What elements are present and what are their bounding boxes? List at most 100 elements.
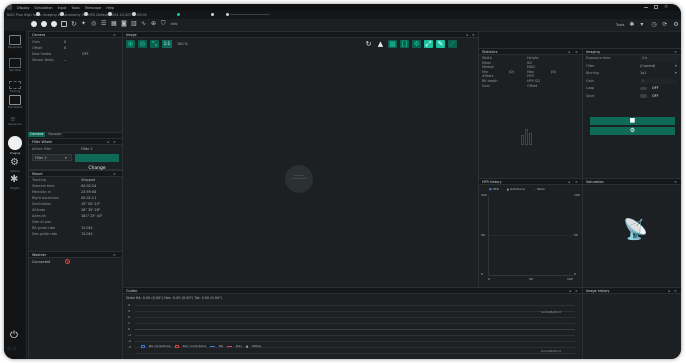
loop-toggle[interactable] — [640, 86, 647, 90]
guider-close-icon[interactable]: × — [575, 289, 578, 293]
dropdown-icon[interactable]: ▾ — [640, 22, 646, 28]
camera-settings-button[interactable]: ⚙ — [590, 127, 675, 135]
tab-focuser[interactable]: Focuser — [46, 132, 64, 137]
camera-close-icon[interactable]: × — [113, 33, 116, 37]
saturation-close-icon[interactable]: × — [674, 180, 677, 184]
imaging-icon[interactable] — [8, 136, 22, 150]
chart-icon[interactable]: ▥ — [131, 21, 137, 27]
aperture-icon[interactable] — [51, 21, 57, 27]
exposure-input[interactable]: 1 s — [640, 56, 678, 61]
image-history-pin-icon[interactable]: ◂ — [668, 289, 670, 293]
mount-status-icon[interactable] — [132, 12, 136, 16]
rotate-icon[interactable]: ↻ — [364, 40, 373, 48]
weather-status-icon[interactable] — [226, 12, 229, 16]
guider-pin-icon[interactable]: ◂ — [569, 289, 571, 293]
change-filter-button[interactable]: Change — [75, 154, 119, 171]
tab-camera[interactable]: Camera — [28, 132, 46, 137]
focuser-status-icon[interactable] — [84, 12, 88, 16]
filter-dropdown[interactable]: (Current) — [640, 64, 655, 68]
menu-simulation[interactable]: Simulation — [35, 6, 53, 10]
options-icon[interactable]: ⚙ — [10, 158, 20, 168]
annotate-icon[interactable]: ⟋ — [448, 40, 457, 48]
filter-status-icon[interactable] — [60, 12, 64, 16]
pin-panel-icon[interactable]: ◂ — [107, 140, 109, 144]
shield-icon[interactable]: ⛉ — [161, 21, 167, 27]
menu-help[interactable]: Help — [106, 6, 114, 10]
imaging-close-icon[interactable]: × — [674, 50, 677, 54]
camera-row-value[interactable]: OFF — [82, 52, 89, 58]
equipment-icon[interactable] — [9, 35, 21, 45]
camera-icon[interactable]: ◙ — [121, 21, 127, 27]
settings-icon[interactable]: ⚙ — [673, 22, 679, 28]
hfr-close-icon[interactable]: × — [575, 180, 578, 184]
plugins-icon[interactable]: ✱ — [10, 175, 20, 185]
stat-value: (0) — [551, 69, 556, 74]
crosshair-icon[interactable] — [61, 21, 67, 27]
filter-select[interactable]: Filter 2 ▾ — [32, 154, 72, 161]
sky-atlas-icon[interactable] — [9, 58, 21, 68]
info-label[interactable]: Info — [171, 22, 177, 26]
statistics-pin-icon[interactable]: ◂ — [568, 50, 570, 54]
camera-row-value: -- — [64, 58, 67, 62]
fit-icon[interactable]: ⤡ — [150, 40, 159, 48]
statistics-close-icon[interactable]: × — [575, 50, 578, 54]
tools-label: Tools — [616, 23, 625, 27]
history-icon[interactable]: ◷ — [651, 22, 657, 28]
zoom-in-icon[interactable]: ⊕ — [126, 40, 135, 48]
grid-overlay-icon[interactable]: ▦ — [388, 40, 397, 48]
binning-dropdown[interactable]: 1x1 — [640, 71, 646, 75]
star-icon[interactable]: ✦ — [81, 21, 87, 27]
refresh-icon[interactable]: ↻ — [71, 21, 77, 28]
list-icon[interactable]: ☰ — [101, 21, 107, 27]
grid-icon[interactable]: ▦ — [111, 21, 117, 27]
zoom-1to1-button[interactable]: 1:1 — [162, 40, 172, 48]
zoom-out-icon[interactable]: ⊖ — [138, 40, 147, 48]
statistics-right-col: Height SD MAD Max (0) HFR HFR SD Offset — [527, 56, 556, 88]
weather-close-icon[interactable]: × — [113, 253, 116, 257]
menu-telescope[interactable]: Telescope — [85, 6, 102, 10]
hfr-y-left-50: 50 — [481, 233, 485, 237]
bracket-icon[interactable]: [] — [400, 40, 409, 48]
capture-icon[interactable] — [31, 21, 37, 27]
framing-icon[interactable] — [9, 81, 21, 89]
compass-icon[interactable]: ⊕ — [151, 21, 157, 27]
image-pin-icon[interactable]: ◂ — [466, 33, 468, 37]
image-close-icon[interactable]: × — [472, 33, 475, 37]
mount-close-icon[interactable]: × — [113, 172, 116, 176]
filter-wheel-close-icon[interactable]: × — [113, 140, 116, 144]
hfr-x-50: 50 — [529, 277, 533, 281]
triangle-icon[interactable]: ▲ — [376, 40, 385, 48]
sync-icon[interactable]: ⟳ — [662, 22, 668, 28]
about-icons[interactable]: ⓘ ⓘ — [7, 346, 23, 351]
camera-status-icon[interactable] — [36, 12, 40, 16]
close-window-icon[interactable]: × — [664, 5, 668, 10]
stretch-icon[interactable]: ⤢ — [424, 40, 433, 48]
target-icon[interactable]: ◎ — [91, 21, 97, 27]
mount-rows: Tracking Stopped Sidereal time 00:02:24 Me… — [32, 178, 102, 238]
image-history-close-icon[interactable]: × — [674, 289, 677, 293]
power-icon[interactable]: ⏻ — [10, 331, 20, 341]
pin-icon[interactable]: ✱ — [629, 22, 635, 28]
save-toggle[interactable] — [640, 94, 647, 98]
loop-icon[interactable] — [41, 21, 47, 27]
menu-tools[interactable]: Tools — [71, 6, 79, 10]
rotator-status-icon[interactable] — [108, 12, 112, 16]
stat-label: Offset — [527, 83, 538, 88]
menu-display[interactable]: Display — [17, 6, 30, 10]
maximize-icon[interactable] — [654, 5, 658, 9]
start-capture-button[interactable]: ■ — [590, 117, 675, 125]
minimize-icon[interactable] — [644, 7, 648, 8]
guider-status-icon[interactable] — [211, 12, 214, 16]
status-bar: NGO Plus High focus Imaging W Astronomy … — [4, 11, 681, 19]
hfr-pin-icon[interactable]: ◂ — [568, 180, 570, 184]
mount-row-value: 181° 25' 43" — [81, 214, 103, 218]
star-detect-icon[interactable]: ✲ — [412, 40, 421, 48]
legend-ra: RA — [219, 344, 224, 348]
gain-input[interactable]: 0 — [640, 78, 678, 84]
flat-wizard-icon[interactable] — [9, 95, 21, 105]
legend-dec: Dec — [236, 344, 242, 348]
menu-input[interactable]: Input — [58, 6, 67, 10]
wave-icon[interactable]: ∿ — [141, 21, 147, 27]
sequencer-icon[interactable]: ≡ — [10, 115, 20, 123]
crop-icon[interactable]: ✎ — [436, 40, 445, 48]
